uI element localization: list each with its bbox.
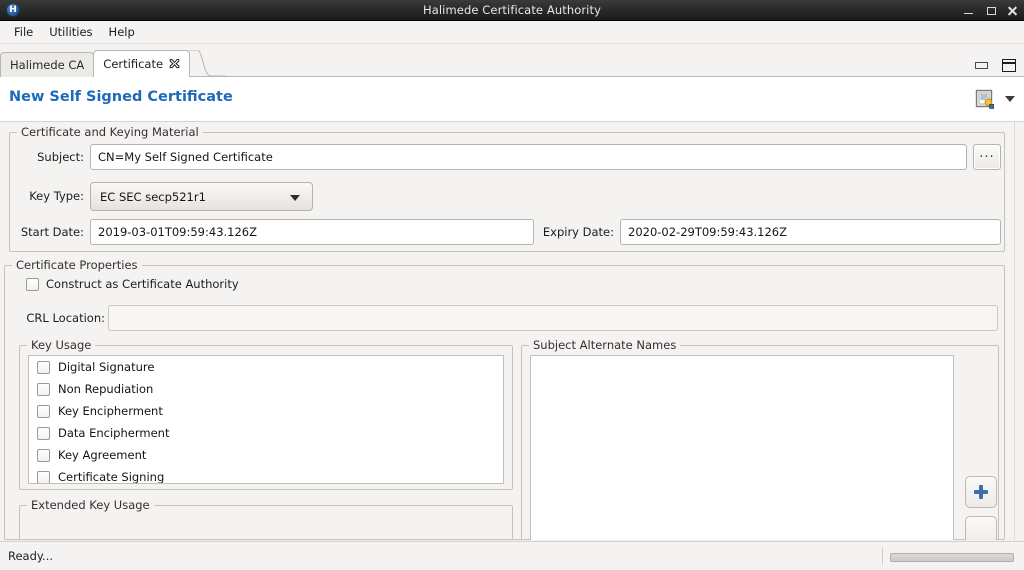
editor-area: New Self Signed Certificate Certificate … bbox=[0, 77, 1024, 540]
menu-utilities[interactable]: Utilities bbox=[41, 23, 100, 41]
maximize-view-icon[interactable] bbox=[1002, 59, 1016, 72]
group-legend: Extended Key Usage bbox=[27, 498, 154, 512]
add-icon bbox=[973, 484, 989, 500]
list-item-label: Key Agreement bbox=[58, 448, 147, 462]
subject-alternate-names-group: Subject Alternate Names bbox=[521, 338, 999, 540]
tab-label: Halimede CA bbox=[10, 58, 85, 72]
tab-label: Certificate bbox=[103, 57, 164, 71]
tab-certificate[interactable]: Certificate bbox=[93, 50, 191, 78]
menu-file[interactable]: File bbox=[6, 23, 41, 41]
tab-strip: Halimede CA Certificate bbox=[0, 44, 1024, 78]
status-separator bbox=[882, 548, 883, 565]
subject-label: Subject: bbox=[37, 150, 84, 164]
subject-browse-button[interactable]: ... bbox=[973, 144, 1001, 170]
group-legend: Subject Alternate Names bbox=[529, 338, 681, 352]
key-usage-checkbox[interactable] bbox=[37, 448, 50, 462]
key-type-select[interactable]: EC SEC secp521r1 bbox=[90, 182, 313, 211]
expiry-date-input[interactable]: 2020-02-29T09:59:43.126Z bbox=[620, 219, 1001, 245]
list-item[interactable]: Non Repudiation bbox=[29, 378, 503, 400]
form-body: Certificate and Keying Material Subject:… bbox=[0, 122, 1024, 540]
key-type-value: EC SEC secp521r1 bbox=[100, 189, 206, 204]
subject-input[interactable]: CN=My Self Signed Certificate bbox=[90, 144, 967, 170]
chevron-down-icon[interactable] bbox=[1005, 96, 1015, 102]
construct-ca-checkbox-row[interactable]: Construct as Certificate Authority bbox=[26, 277, 239, 291]
key-usage-checkbox[interactable] bbox=[37, 426, 50, 440]
start-date-label: Start Date: bbox=[20, 225, 84, 239]
list-item[interactable]: Digital Signature bbox=[29, 356, 503, 378]
san-list[interactable] bbox=[530, 355, 954, 540]
page-title: New Self Signed Certificate bbox=[9, 89, 233, 105]
list-item-label: Key Encipherment bbox=[58, 404, 163, 418]
extended-key-usage-group: Extended Key Usage bbox=[19, 498, 513, 540]
group-legend: Key Usage bbox=[27, 338, 96, 352]
tab-trailing-edge bbox=[189, 50, 226, 77]
key-usage-checkbox[interactable] bbox=[37, 404, 50, 418]
group-legend: Certificate and Keying Material bbox=[17, 125, 203, 139]
menubar: File Utilities Help bbox=[0, 21, 1024, 44]
status-bar: Ready... bbox=[0, 541, 1024, 570]
group-legend: Certificate Properties bbox=[12, 258, 142, 272]
chevron-down-icon bbox=[290, 194, 300, 201]
list-item-label: Data Encipherment bbox=[58, 426, 170, 440]
app-logo-icon: H bbox=[6, 3, 20, 17]
tab-halimede-ca[interactable]: Halimede CA bbox=[0, 52, 95, 77]
tab-view-buttons bbox=[975, 59, 1016, 72]
form-scrollbar[interactable] bbox=[1014, 122, 1024, 540]
progress-bar bbox=[890, 553, 1014, 562]
expiry-date-label: Expiry Date: bbox=[542, 225, 614, 239]
window-controls bbox=[963, 0, 1018, 21]
window-title: Halimede Certificate Authority bbox=[422, 3, 601, 17]
start-date-input[interactable]: 2019-03-01T09:59:43.126Z bbox=[90, 219, 534, 245]
list-item[interactable]: Data Encipherment bbox=[29, 422, 503, 444]
window-restore-button[interactable] bbox=[985, 5, 996, 16]
list-item-label: Digital Signature bbox=[58, 360, 155, 374]
key-usage-list[interactable]: Digital Signature Non Repudiation Key En… bbox=[28, 355, 504, 484]
san-add-button[interactable] bbox=[965, 476, 997, 508]
list-item[interactable]: Key Encipherment bbox=[29, 400, 503, 422]
key-usage-group: Key Usage Digital Signature Non Repudiat… bbox=[19, 338, 513, 490]
list-item[interactable]: Certificate Signing bbox=[29, 466, 503, 484]
construct-ca-checkbox[interactable] bbox=[26, 277, 39, 291]
status-message: Ready... bbox=[8, 549, 54, 563]
window-titlebar: H Halimede Certificate Authority bbox=[0, 0, 1024, 21]
list-item-label: Non Repudiation bbox=[58, 382, 154, 396]
menu-help[interactable]: Help bbox=[101, 23, 143, 41]
list-item[interactable]: Key Agreement bbox=[29, 444, 503, 466]
san-secondary-button[interactable] bbox=[965, 516, 997, 540]
key-type-label: Key Type: bbox=[29, 189, 84, 203]
tab-list: Halimede CA Certificate bbox=[0, 50, 226, 78]
certificate-keying-material-group: Certificate and Keying Material Subject:… bbox=[9, 125, 1005, 252]
list-item-label: Certificate Signing bbox=[58, 470, 165, 484]
minimize-view-icon[interactable] bbox=[975, 62, 988, 69]
certificate-icon[interactable] bbox=[975, 89, 995, 109]
tab-close-icon[interactable] bbox=[169, 58, 180, 70]
certificate-properties-group: Certificate Properties Construct as Cert… bbox=[4, 258, 1005, 540]
key-usage-checkbox[interactable] bbox=[37, 470, 50, 483]
window-close-button[interactable] bbox=[1007, 5, 1018, 16]
key-usage-checkbox[interactable] bbox=[37, 360, 50, 374]
crl-location-label: CRL Location: bbox=[26, 311, 105, 325]
key-usage-checkbox[interactable] bbox=[37, 382, 50, 396]
construct-ca-label: Construct as Certificate Authority bbox=[46, 277, 239, 291]
form-header: New Self Signed Certificate bbox=[0, 77, 1024, 122]
window-minimize-button[interactable] bbox=[963, 5, 974, 16]
crl-location-input[interactable] bbox=[108, 305, 998, 331]
